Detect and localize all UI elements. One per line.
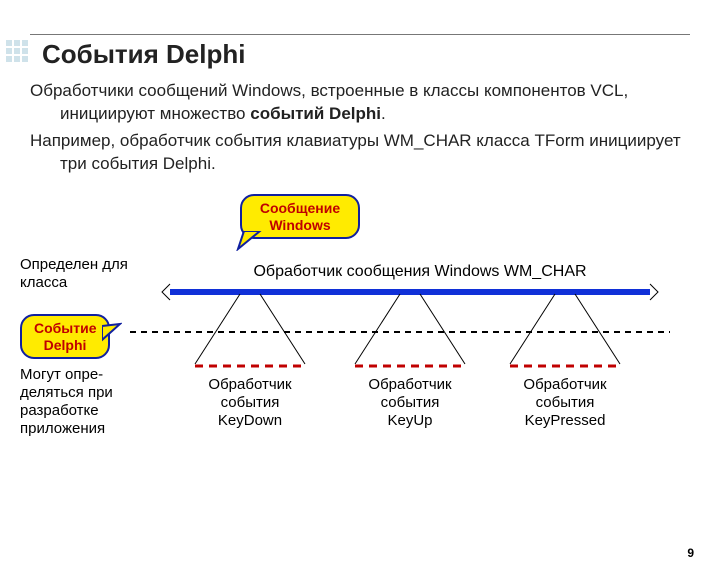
label-defined-for-class: Определен для класса (20, 256, 130, 292)
paragraph-1-bold: событий Delphi (250, 104, 381, 123)
callout-tail-icon (102, 322, 122, 346)
top-divider (30, 34, 690, 35)
page-title: События Delphi (42, 39, 690, 70)
callout-event-delphi: Событие Delphi (20, 314, 110, 360)
paragraph-2: Например, обработчик события клавиатуры … (30, 130, 690, 176)
callout-message-windows-label: Сообщение Windows (254, 200, 346, 234)
callout-tail-icon (236, 231, 266, 251)
label-defined-at-dev: Могут опре- деляться при разработке прил… (20, 366, 140, 438)
page-number: 9 (687, 546, 694, 560)
paragraph-1: Обработчики сообщений Windows, встроенны… (30, 80, 690, 126)
label-handler-keydown: Обработчик события KeyDown (180, 376, 320, 430)
diagram: Сообщение Windows Событие Delphi Определ… (30, 194, 690, 454)
label-main-handler: Обработчик сообщения Windows WM_CHAR (210, 262, 630, 281)
callout-message-windows: Сообщение Windows (240, 194, 360, 240)
paragraph-1-post: . (381, 104, 386, 123)
label-handler-keypressed: Обработчик события KeyPressed (495, 376, 635, 430)
label-handler-keyup: Обработчик события KeyUp (340, 376, 480, 430)
callout-event-delphi-label: Событие Delphi (34, 320, 96, 354)
corner-decor-icon (6, 40, 28, 62)
